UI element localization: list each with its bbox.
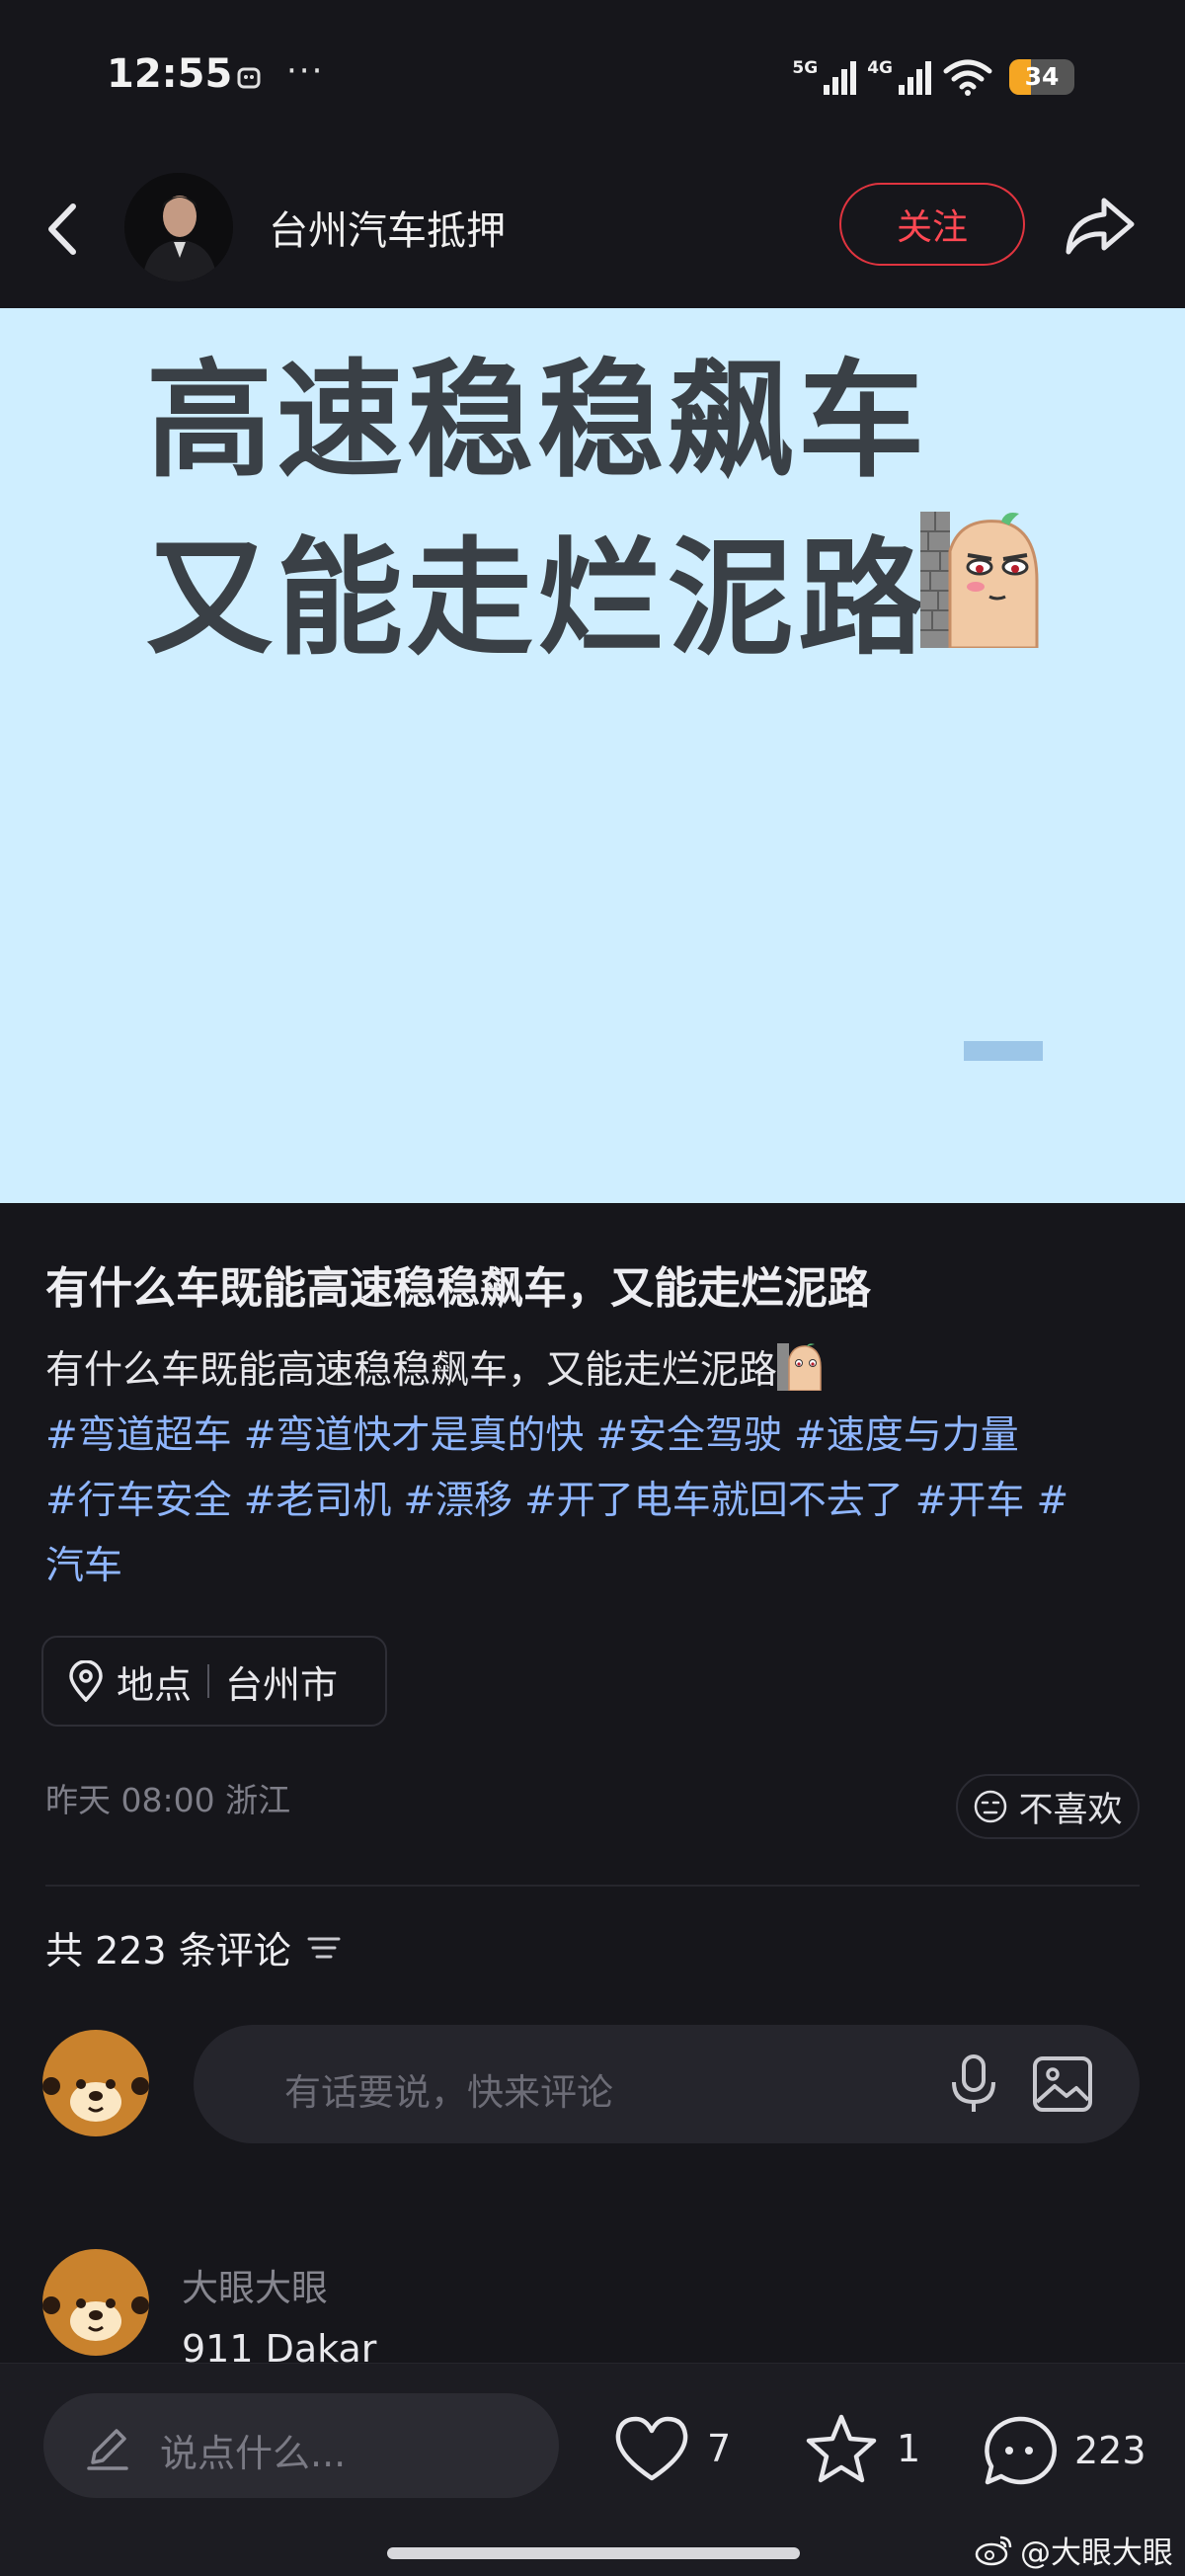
hashtag-link[interactable]: #行车安全 — [45, 1479, 232, 1523]
post-title: 有什么车既能高速稳稳飙车，又能走烂泥路 — [45, 1263, 871, 1314]
like-count: 7 — [707, 2427, 732, 2470]
author-avatar[interactable] — [124, 173, 233, 282]
comment-item: 大眼大眼 911 Dakar — [41, 2242, 1140, 2371]
location-pin-icon — [69, 1660, 103, 1702]
peeking-emoji-icon — [777, 1343, 822, 1391]
favorite-count: 1 — [897, 2427, 921, 2470]
dislike-label: 不喜欢 — [1018, 1790, 1123, 1830]
status-indicators: 5G 4G 34 — [792, 55, 1074, 99]
hashtag-link[interactable]: #开了电车就回不去了 — [524, 1479, 904, 1523]
post-body-text: 有什么车既能高速稳稳飙车，又能走烂泥路 — [45, 1348, 778, 1393]
say-something-input[interactable]: 说点什么... — [43, 2393, 559, 2498]
comment-bubble-icon — [985, 2416, 1057, 2485]
app-notification-icon — [237, 67, 261, 89]
hashtag-link[interactable]: # — [1036, 1479, 1068, 1523]
section-divider — [45, 1885, 1140, 1887]
favorite-button[interactable]: 1 — [802, 2413, 920, 2484]
hashtag-link[interactable]: #开车 — [915, 1479, 1025, 1523]
share-icon[interactable] — [1063, 191, 1138, 260]
hashtag-link[interactable]: #漂移 — [403, 1479, 513, 1523]
location-separator — [207, 1664, 210, 1698]
hashtag-link[interactable]: #安全驾驶 — [595, 1413, 782, 1458]
status-time: 12:55 — [107, 51, 233, 97]
status-bar: 12:55 ··· 5G 4G 34 — [0, 0, 1185, 158]
wifi-icon — [943, 59, 992, 96]
sort-icon[interactable] — [305, 1931, 343, 1965]
author-name[interactable]: 台州汽车抵押 — [269, 199, 506, 256]
user-avatar[interactable] — [41, 2029, 150, 2137]
network-label-4g: 4G — [867, 58, 893, 78]
signal-icon-2 — [899, 61, 931, 95]
like-button[interactable]: 7 — [612, 2413, 731, 2484]
heart-icon — [615, 2416, 688, 2481]
signal-icon-1 — [824, 61, 857, 95]
watermark: @大眼大眼 — [975, 2528, 1173, 2572]
mic-icon[interactable] — [946, 2053, 1001, 2116]
comment-count: 223 — [1074, 2429, 1146, 2472]
cover-text-line2: 又能走烂泥路 — [146, 525, 929, 673]
comments-header: 共 223 条评论 — [45, 1920, 343, 1974]
comment-button[interactable]: 223 — [980, 2413, 1146, 2488]
commenter-avatar[interactable] — [41, 2248, 150, 2357]
battery-percent: 34 — [1024, 62, 1060, 91]
image-icon[interactable] — [1031, 2053, 1094, 2116]
location-label: 地点 — [117, 1662, 193, 1707]
hashtag-link[interactable]: #弯道快才是真的快 — [244, 1413, 585, 1458]
post-header: 台州汽车抵押 关注 — [0, 163, 1185, 306]
pencil-icon — [87, 2429, 128, 2470]
commenter-name[interactable]: 大眼大眼 — [182, 2258, 328, 2311]
comment-input[interactable]: 有话要说，快来评论 — [194, 2025, 1140, 2143]
cover-text-line1: 高速稳稳飙车 — [146, 318, 929, 501]
comment-input-placeholder: 有话要说，快来评论 — [284, 2071, 613, 2114]
comment-compose-row: 有话要说，快来评论 — [41, 2025, 1140, 2143]
hashtag-link[interactable]: #速度与力量 — [794, 1413, 1019, 1458]
network-label-5g: 5G — [792, 58, 819, 78]
location-value: 台州市 — [225, 1662, 339, 1707]
meh-face-icon — [975, 1790, 1007, 1823]
cover-text-line1-b: 飙车 — [668, 348, 929, 495]
post-cover-image[interactable]: 高速稳稳飙车 又能走烂泥路 — [0, 308, 1185, 1203]
post-text: 有什么车既能高速稳稳飙车，又能走烂泥路 #弯道超车 #弯道快才是真的快 #安全驾驶 #… — [45, 1338, 1151, 1599]
hashtag-link[interactable]: 汽车 — [45, 1544, 122, 1588]
bottom-action-bar: 说点什么... 7 1 223 @大眼大眼 — [0, 2363, 1185, 2576]
cover-text-line1-a: 高速稳稳 — [146, 348, 669, 495]
location-chip[interactable]: 地点 台州市 — [41, 1636, 387, 1727]
author-photo — [124, 173, 233, 282]
peeking-sticker-icon — [920, 512, 1039, 648]
cover-page-indicator — [964, 1041, 1043, 1061]
status-more-dots: ··· — [286, 51, 325, 91]
hashtag-link[interactable]: #老司机 — [244, 1479, 392, 1523]
hashtag-link[interactable]: #弯道超车 — [45, 1413, 232, 1458]
home-indicator[interactable] — [387, 2547, 800, 2559]
back-icon[interactable] — [38, 195, 87, 264]
dislike-button[interactable]: 不喜欢 — [956, 1774, 1140, 1839]
follow-button[interactable]: 关注 — [839, 183, 1025, 266]
post-meta: 昨天 08:00 浙江 — [45, 1781, 291, 1819]
say-something-placeholder: 说点什么... — [160, 2432, 347, 2475]
star-icon — [806, 2414, 877, 2483]
weibo-icon — [975, 2536, 1012, 2565]
battery-indicator: 34 — [1009, 59, 1074, 95]
cover-highlight: 飙车 — [668, 318, 929, 501]
watermark-text: @大眼大眼 — [1020, 2536, 1173, 2571]
comments-count: 共 223 条评论 — [45, 1929, 291, 1972]
